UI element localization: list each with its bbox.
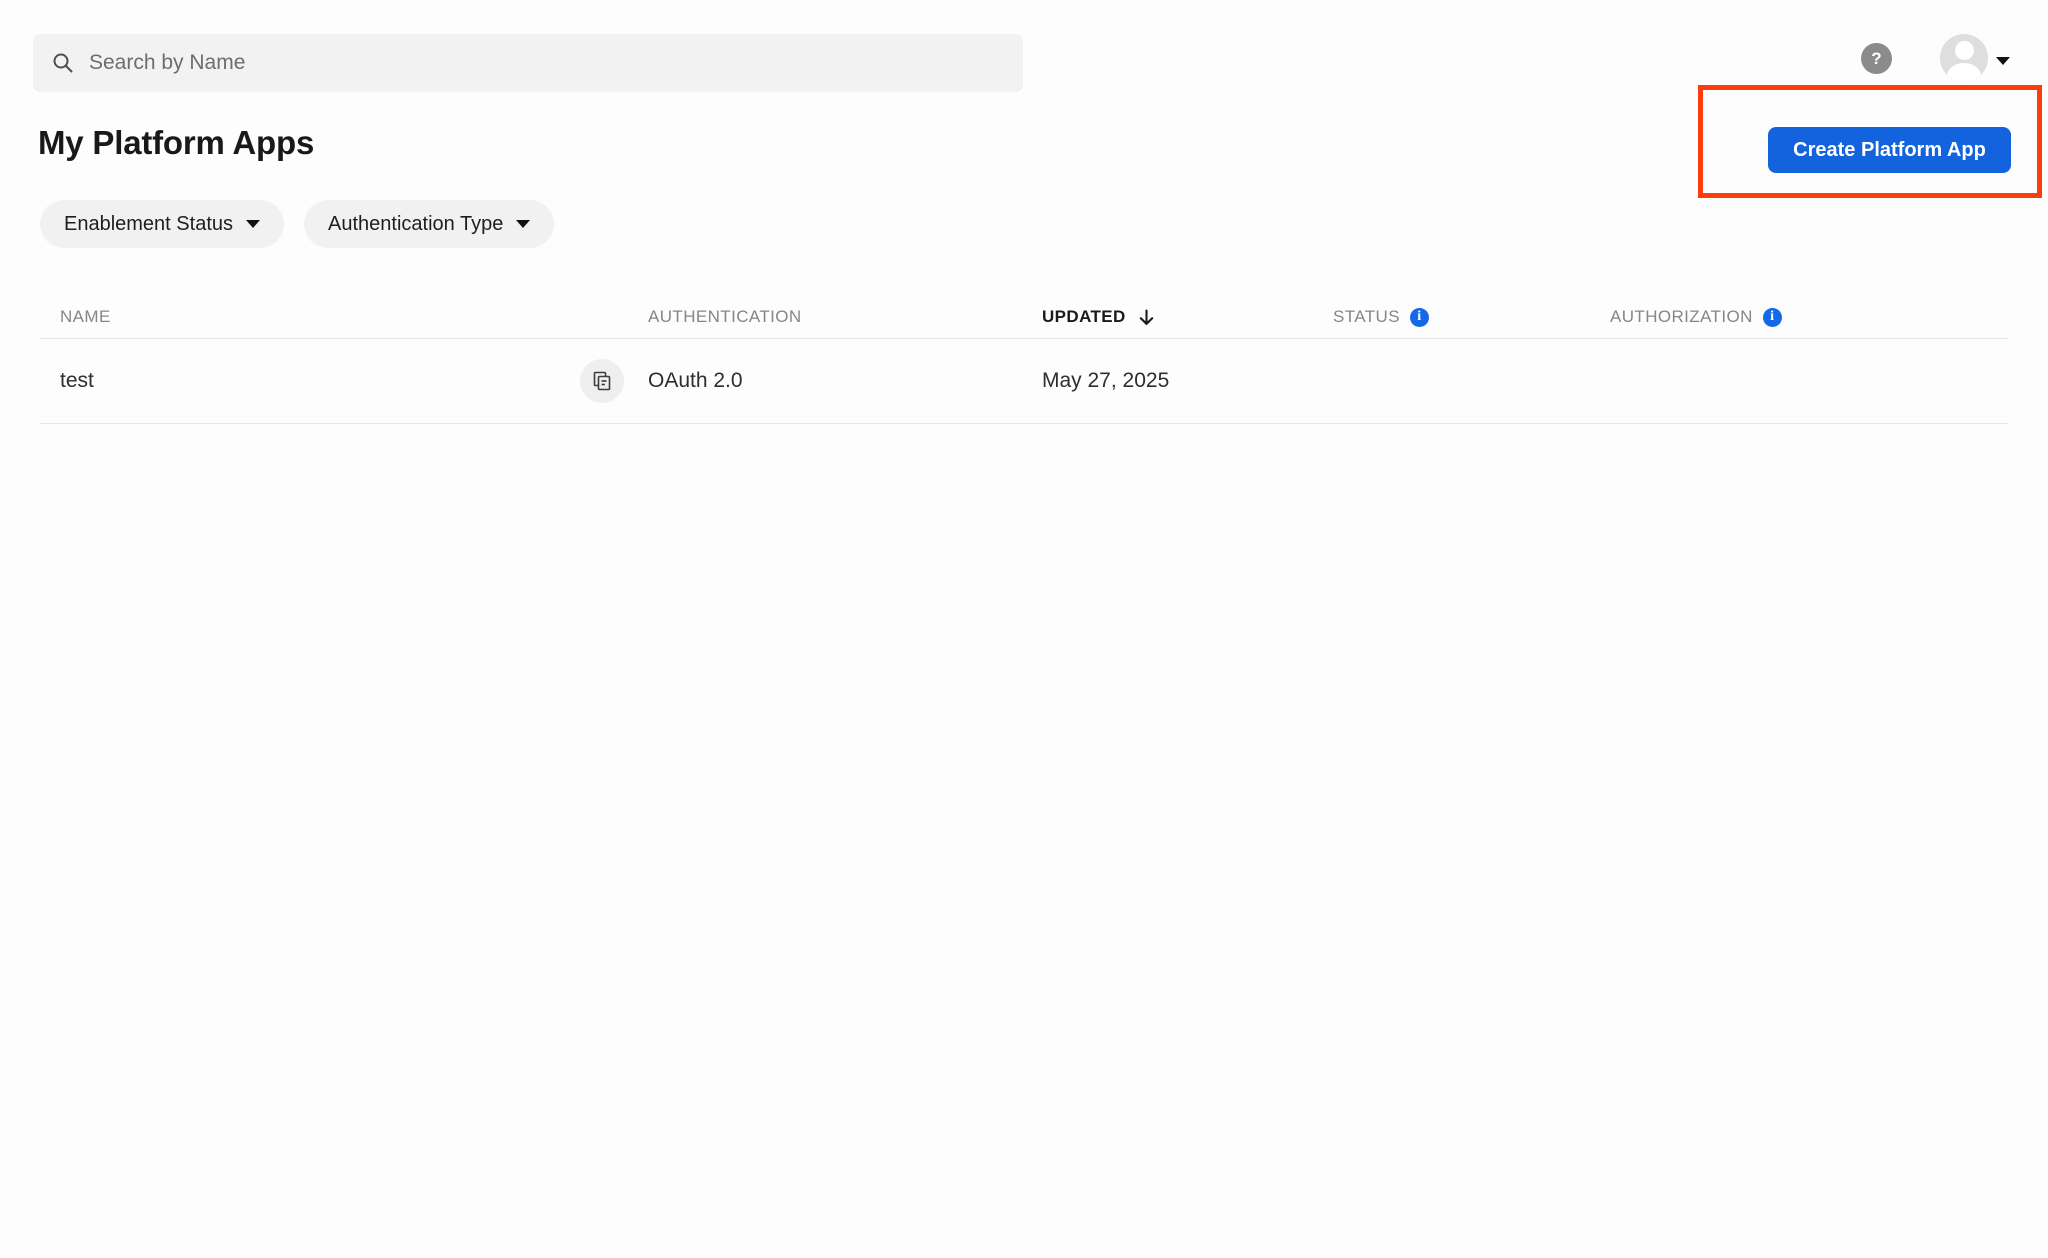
table-row[interactable]: test OAuth 2.0 May 27, 2025 <box>40 339 2008 424</box>
filter-label: Enablement Status <box>64 213 233 236</box>
sort-descending-icon <box>1136 307 1157 328</box>
avatar-body-shape <box>1947 63 1981 82</box>
column-header-updated[interactable]: UPDATED <box>1022 307 1313 328</box>
column-header-status[interactable]: STATUS i <box>1313 307 1590 327</box>
filter-bar: Enablement Status Authentication Type <box>40 200 554 248</box>
table-header-row: NAME AUTHENTICATION UPDATED STATUS i AUT… <box>40 296 2008 339</box>
app-name: test <box>60 369 94 393</box>
copy-app-id-button[interactable] <box>580 359 624 403</box>
search-icon <box>51 51 75 75</box>
platform-apps-page: ? My Platform Apps Create Platform App E… <box>0 0 2048 1258</box>
search-bar[interactable] <box>33 34 1023 92</box>
cell-name: test <box>40 359 628 403</box>
account-menu-caret-icon[interactable] <box>1996 57 2010 65</box>
page-title: My Platform Apps <box>38 124 314 162</box>
cell-authentication: OAuth 2.0 <box>628 369 1022 393</box>
create-platform-app-button[interactable]: Create Platform App <box>1768 127 2011 173</box>
chevron-down-icon <box>516 220 530 228</box>
column-header-authorization[interactable]: AUTHORIZATION i <box>1590 307 2008 327</box>
info-icon[interactable]: i <box>1410 308 1429 327</box>
question-mark-icon: ? <box>1871 49 1881 69</box>
avatar-head-shape <box>1955 41 1974 60</box>
filter-authentication-type[interactable]: Authentication Type <box>304 200 554 248</box>
help-button[interactable]: ? <box>1861 43 1892 74</box>
avatar[interactable] <box>1940 34 1988 82</box>
apps-table: NAME AUTHENTICATION UPDATED STATUS i AUT… <box>40 296 2008 424</box>
filter-label: Authentication Type <box>328 213 503 236</box>
cell-updated: May 27, 2025 <box>1022 369 1313 393</box>
filter-enablement-status[interactable]: Enablement Status <box>40 200 284 248</box>
column-header-name[interactable]: NAME <box>40 307 628 327</box>
chevron-down-icon <box>246 220 260 228</box>
info-icon[interactable]: i <box>1763 308 1782 327</box>
search-input[interactable] <box>87 50 1005 76</box>
copy-icon <box>590 369 614 393</box>
column-header-authentication[interactable]: AUTHENTICATION <box>628 307 1022 327</box>
